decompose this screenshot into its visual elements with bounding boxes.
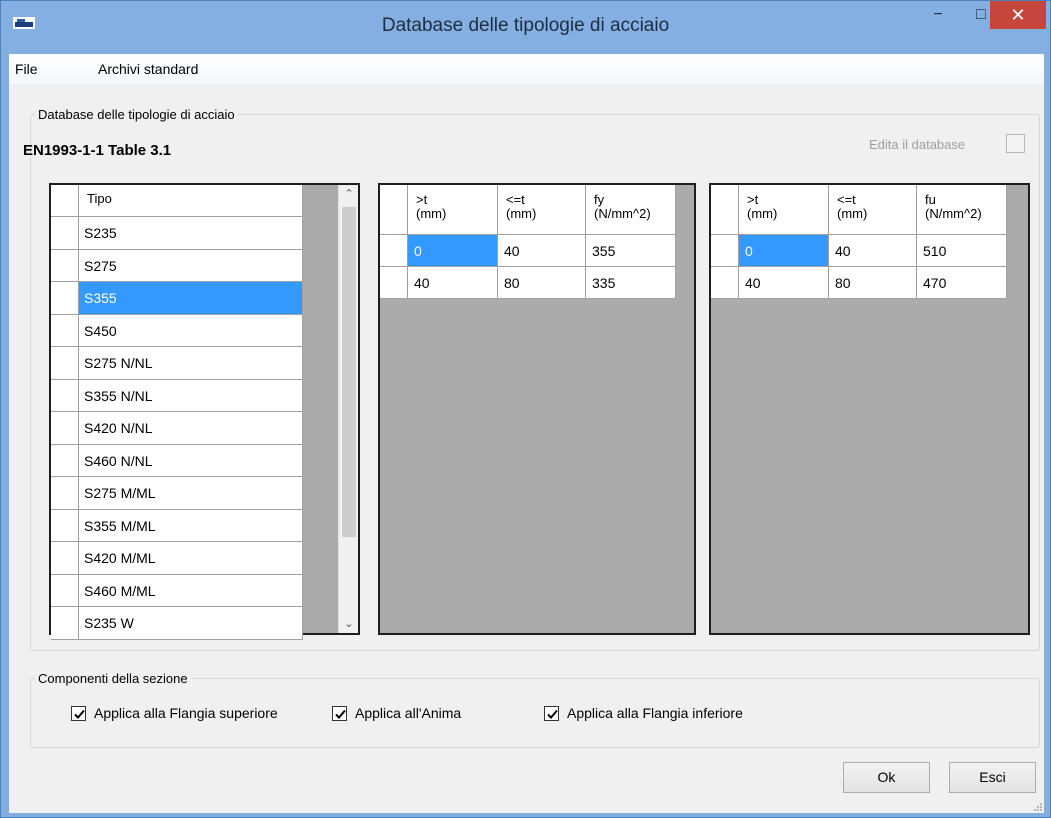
tipo-cell[interactable]: S460 M/ML — [79, 574, 303, 607]
tipo-cell[interactable]: S420 N/NL — [79, 412, 303, 445]
tipo-row-header[interactable] — [51, 477, 79, 510]
tipo-row-header[interactable] — [51, 314, 79, 347]
scroll-thumb[interactable] — [342, 207, 356, 537]
tipo-header[interactable]: Tipo — [79, 185, 303, 217]
fy-row-header[interactable] — [380, 267, 408, 299]
fy-column-header[interactable]: fy (N/mm^2) — [586, 185, 676, 235]
edit-database-checkbox[interactable] — [1006, 134, 1025, 153]
tipo-row-header[interactable] — [51, 607, 79, 640]
fu-corner-cell — [711, 185, 739, 235]
menu-archivi-standard[interactable]: Archivi standard — [98, 61, 198, 77]
fy-cell[interactable]: 355 — [586, 235, 676, 267]
tipo-row-header[interactable] — [51, 347, 79, 380]
title-bar[interactable]: Database delle tipologie di acciaio − □ … — [1, 1, 1050, 51]
fu-grid[interactable]: >t (mm) <=t (mm) fu (N/mm^2) 0 40 510 40 80 470 — [709, 183, 1030, 635]
tipo-cell[interactable]: S420 M/ML — [79, 542, 303, 575]
fu-row-header[interactable] — [711, 267, 739, 299]
fu-cell[interactable]: 470 — [917, 267, 1007, 299]
tipo-row-header[interactable] — [51, 217, 79, 250]
fu-cell[interactable]: 510 — [917, 235, 1007, 267]
tipo-corner-cell — [51, 185, 79, 217]
menu-bar: File Archivi standard — [9, 54, 1044, 84]
tipo-cell[interactable]: S275 N/NL — [79, 347, 303, 380]
fy-cell[interactable]: 40 — [498, 235, 586, 267]
checkbox-flangia-superiore[interactable] — [71, 706, 86, 721]
standard-label: EN1993-1-1 Table 3.1 — [23, 142, 172, 159]
label-flangia-superiore: Applica alla Flangia superiore — [94, 705, 278, 721]
check-flangia-inferiore[interactable]: Applica alla Flangia inferiore — [544, 705, 743, 721]
tipo-cell[interactable]: S355 — [79, 282, 303, 315]
fy-column-header[interactable]: <=t (mm) — [498, 185, 586, 235]
tipo-row-header[interactable] — [51, 542, 79, 575]
checkbox-flangia-inferiore[interactable] — [544, 706, 559, 721]
tipo-cell[interactable]: S235 — [79, 217, 303, 250]
fy-grid[interactable]: >t (mm) <=t (mm) fy (N/mm^2) 0 40 355 40 80 335 — [378, 183, 696, 635]
fy-column-header[interactable]: >t (mm) — [408, 185, 498, 235]
fy-cell[interactable]: 40 — [408, 267, 498, 299]
close-button[interactable]: ✕ — [990, 1, 1046, 29]
fu-cell[interactable]: 40 — [739, 267, 829, 299]
fy-cell[interactable]: 80 — [498, 267, 586, 299]
tipo-row-header[interactable] — [51, 574, 79, 607]
tipo-grid[interactable]: Tipo S235 S275 S355 S450 S275 N/NL S355 N/NL S… — [49, 183, 360, 640]
checkbox-anima[interactable] — [332, 706, 347, 721]
resize-grip-icon[interactable] — [1032, 801, 1042, 811]
tipo-cell[interactable]: S275 M/ML — [79, 477, 303, 510]
fu-cell[interactable]: 40 — [829, 235, 917, 267]
label-anima: Applica all'Anima — [355, 705, 462, 721]
fy-cell[interactable]: 335 — [586, 267, 676, 299]
fu-column-header[interactable]: >t (mm) — [739, 185, 829, 235]
minimize-button[interactable]: − — [916, 1, 960, 29]
ok-button[interactable]: Ok — [843, 762, 930, 793]
scroll-down-icon[interactable]: ⌄ — [339, 615, 359, 633]
menu-file[interactable]: File — [15, 61, 38, 77]
esci-button[interactable]: Esci — [949, 762, 1036, 793]
tipo-scrollbar[interactable]: ⌃ ⌄ — [338, 185, 358, 633]
fu-cell[interactable]: 80 — [829, 267, 917, 299]
tipo-cell[interactable]: S460 N/NL — [79, 444, 303, 477]
tipo-row-header[interactable] — [51, 444, 79, 477]
check-flangia-superiore[interactable]: Applica alla Flangia superiore — [71, 705, 278, 721]
tipo-cell[interactable]: S355 N/NL — [79, 379, 303, 412]
tipo-cell[interactable]: S450 — [79, 314, 303, 347]
database-group-legend: Database delle tipologie di acciaio — [35, 107, 238, 122]
dialog-window: Database delle tipologie di acciaio − □ … — [0, 0, 1051, 818]
tipo-row-header[interactable] — [51, 379, 79, 412]
tipo-row-header[interactable] — [51, 282, 79, 315]
tipo-row-header[interactable] — [51, 249, 79, 282]
tipo-row-header[interactable] — [51, 509, 79, 542]
tipo-row-header[interactable] — [51, 412, 79, 445]
edit-database-label: Edita il database — [869, 137, 966, 152]
fu-row-header[interactable] — [711, 235, 739, 267]
fu-column-header[interactable]: fu (N/mm^2) — [917, 185, 1007, 235]
fy-cell[interactable]: 0 — [408, 235, 498, 267]
fy-row-header[interactable] — [380, 235, 408, 267]
fu-column-header[interactable]: <=t (mm) — [829, 185, 917, 235]
check-anima[interactable]: Applica all'Anima — [332, 705, 461, 721]
fy-corner-cell — [380, 185, 408, 235]
client-area: File Archivi standard Database delle tip… — [9, 54, 1044, 813]
fu-cell[interactable]: 0 — [739, 235, 829, 267]
components-group-legend: Componenti della sezione — [35, 671, 191, 686]
window-title: Database delle tipologie di acciaio — [381, 15, 670, 36]
tipo-cell[interactable]: S235 W — [79, 607, 303, 640]
scroll-up-icon[interactable]: ⌃ — [339, 185, 359, 203]
tipo-cell[interactable]: S275 — [79, 249, 303, 282]
tipo-cell[interactable]: S355 M/ML — [79, 509, 303, 542]
label-flangia-inferiore: Applica alla Flangia inferiore — [567, 705, 743, 721]
